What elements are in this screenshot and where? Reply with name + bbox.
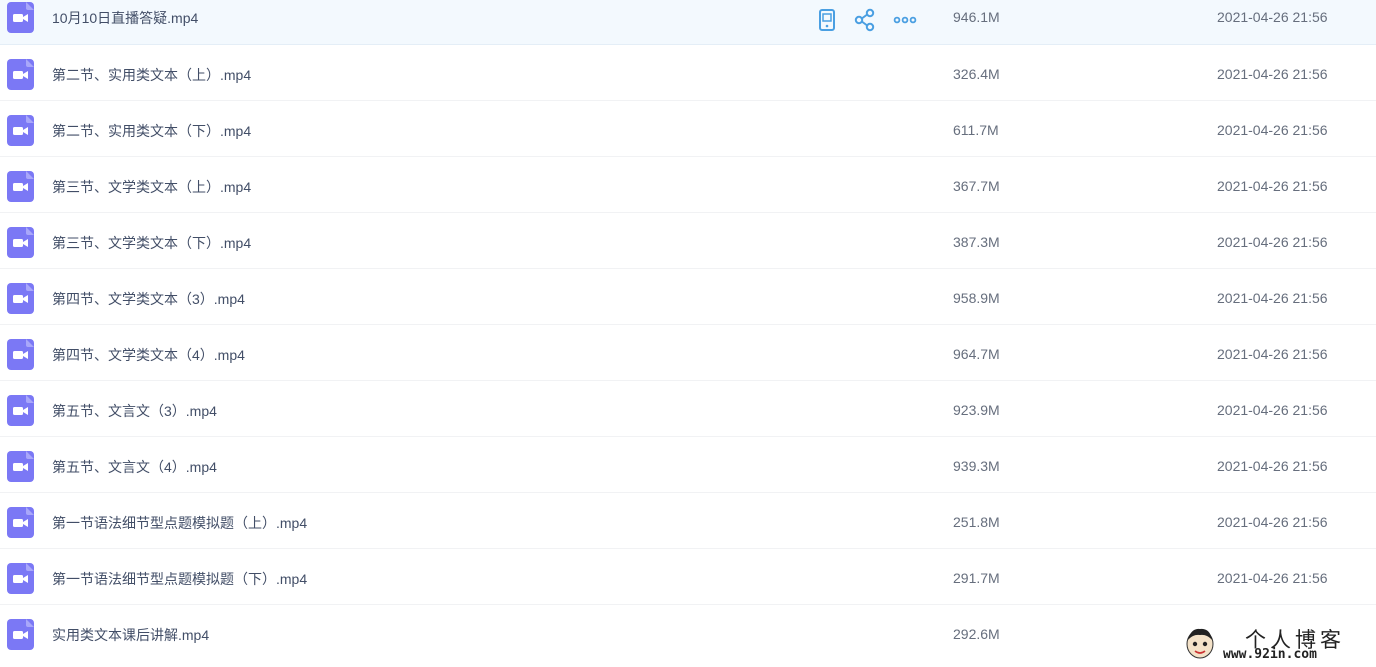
- file-row[interactable]: 第一节语法细节型点题模拟题（下）.mp4 291.7M 2021-04-26 2…: [0, 549, 1376, 605]
- file-row[interactable]: 第四节、文学类文本（3）.mp4 958.9M 2021-04-26 21:56: [0, 269, 1376, 325]
- file-name[interactable]: 第五节、文言文（4）.mp4: [52, 457, 217, 477]
- row-actions: [815, 8, 925, 32]
- watermark: 个人博客 www.92in.com: [1183, 624, 1363, 664]
- file-size: 611.7M: [953, 122, 999, 138]
- file-row[interactable]: 第二节、实用类文本（下）.mp4 611.7M 2021-04-26 21:56: [0, 101, 1376, 157]
- video-file-icon: [7, 283, 34, 314]
- video-file-icon: [7, 619, 34, 650]
- file-date: 2021-04-26 21:56: [1217, 458, 1328, 474]
- file-row[interactable]: 第三节、文学类文本（上）.mp4 367.7M 2021-04-26 21:56: [0, 157, 1376, 213]
- share-icon[interactable]: [853, 8, 877, 32]
- file-name[interactable]: 第三节、文学类文本（下）.mp4: [52, 233, 251, 253]
- file-size: 291.7M: [953, 570, 1000, 586]
- file-list: 10月10日直播答疑.mp4 946.1M 2021-04-26 21:56 第…: [0, 0, 1376, 667]
- file-row[interactable]: 第四节、文学类文本（4）.mp4 964.7M 2021-04-26 21:56: [0, 325, 1376, 381]
- video-file-icon: [7, 395, 34, 426]
- file-size: 964.7M: [953, 346, 1000, 362]
- file-row[interactable]: 第五节、文言文（4）.mp4 939.3M 2021-04-26 21:56: [0, 437, 1376, 493]
- file-size: 939.3M: [953, 458, 1000, 474]
- file-date: 2021-04-26 21:56: [1217, 514, 1328, 530]
- file-name[interactable]: 第二节、实用类文本（上）.mp4: [52, 65, 251, 85]
- file-date: 2021-04-26 21:56: [1217, 66, 1328, 82]
- file-size: 923.9M: [953, 402, 1000, 418]
- file-name[interactable]: 第一节语法细节型点题模拟题（上）.mp4: [52, 513, 307, 533]
- file-row[interactable]: 10月10日直播答疑.mp4 946.1M 2021-04-26 21:56: [0, 0, 1376, 45]
- file-name[interactable]: 第二节、实用类文本（下）.mp4: [52, 121, 251, 141]
- file-row[interactable]: 第五节、文言文（3）.mp4 923.9M 2021-04-26 21:56: [0, 381, 1376, 437]
- file-row[interactable]: 第二节、实用类文本（上）.mp4 326.4M 2021-04-26 21:56: [0, 45, 1376, 101]
- file-size: 251.8M: [953, 514, 1000, 530]
- file-date: 2021-04-26 21:56: [1217, 122, 1328, 138]
- file-name[interactable]: 第一节语法细节型点题模拟题（下）.mp4: [52, 569, 307, 589]
- video-file-icon: [7, 171, 34, 202]
- file-name[interactable]: 第四节、文学类文本（4）.mp4: [52, 345, 245, 365]
- file-row[interactable]: 第三节、文学类文本（下）.mp4 387.3M 2021-04-26 21:56: [0, 213, 1376, 269]
- file-name[interactable]: 10月10日直播答疑.mp4: [52, 8, 198, 28]
- file-size: 326.4M: [953, 66, 1000, 82]
- file-date: 2021-04-26 21:56: [1217, 570, 1328, 586]
- video-file-icon: [7, 339, 34, 370]
- file-row[interactable]: 实用类文本课后讲解.mp4 292.6M: [0, 605, 1376, 661]
- file-date: 2021-04-26 21:56: [1217, 178, 1328, 194]
- file-size: 367.7M: [953, 178, 1000, 194]
- file-date: 2021-04-26 21:56: [1217, 9, 1328, 25]
- video-file-icon: [7, 563, 34, 594]
- file-name[interactable]: 实用类文本课后讲解.mp4: [52, 625, 209, 645]
- video-file-icon: [7, 115, 34, 146]
- video-file-icon: [7, 451, 34, 482]
- file-size: 946.1M: [953, 9, 1000, 25]
- file-size: 292.6M: [953, 626, 1000, 642]
- watermark-url: www.92in.com: [1223, 647, 1317, 662]
- video-file-icon: [7, 59, 34, 90]
- video-file-icon: [7, 227, 34, 258]
- cartoon-avatar-icon: [1186, 628, 1214, 659]
- file-name[interactable]: 第四节、文学类文本（3）.mp4: [52, 289, 245, 309]
- file-row[interactable]: 第一节语法细节型点题模拟题（上）.mp4 251.8M 2021-04-26 2…: [0, 493, 1376, 549]
- more-dots-icon[interactable]: [893, 8, 917, 32]
- file-date: 2021-04-26 21:56: [1217, 290, 1328, 306]
- file-date: 2021-04-26 21:56: [1217, 402, 1328, 418]
- file-size: 958.9M: [953, 290, 1000, 306]
- file-size: 387.3M: [953, 234, 1000, 250]
- video-file-icon: [7, 507, 34, 538]
- video-file-icon: [7, 2, 34, 33]
- file-date: 2021-04-26 21:56: [1217, 346, 1328, 362]
- file-name[interactable]: 第三节、文学类文本（上）.mp4: [52, 177, 251, 197]
- file-date: 2021-04-26 21:56: [1217, 234, 1328, 250]
- file-name[interactable]: 第五节、文言文（3）.mp4: [52, 401, 217, 421]
- phone-icon[interactable]: [815, 8, 839, 32]
